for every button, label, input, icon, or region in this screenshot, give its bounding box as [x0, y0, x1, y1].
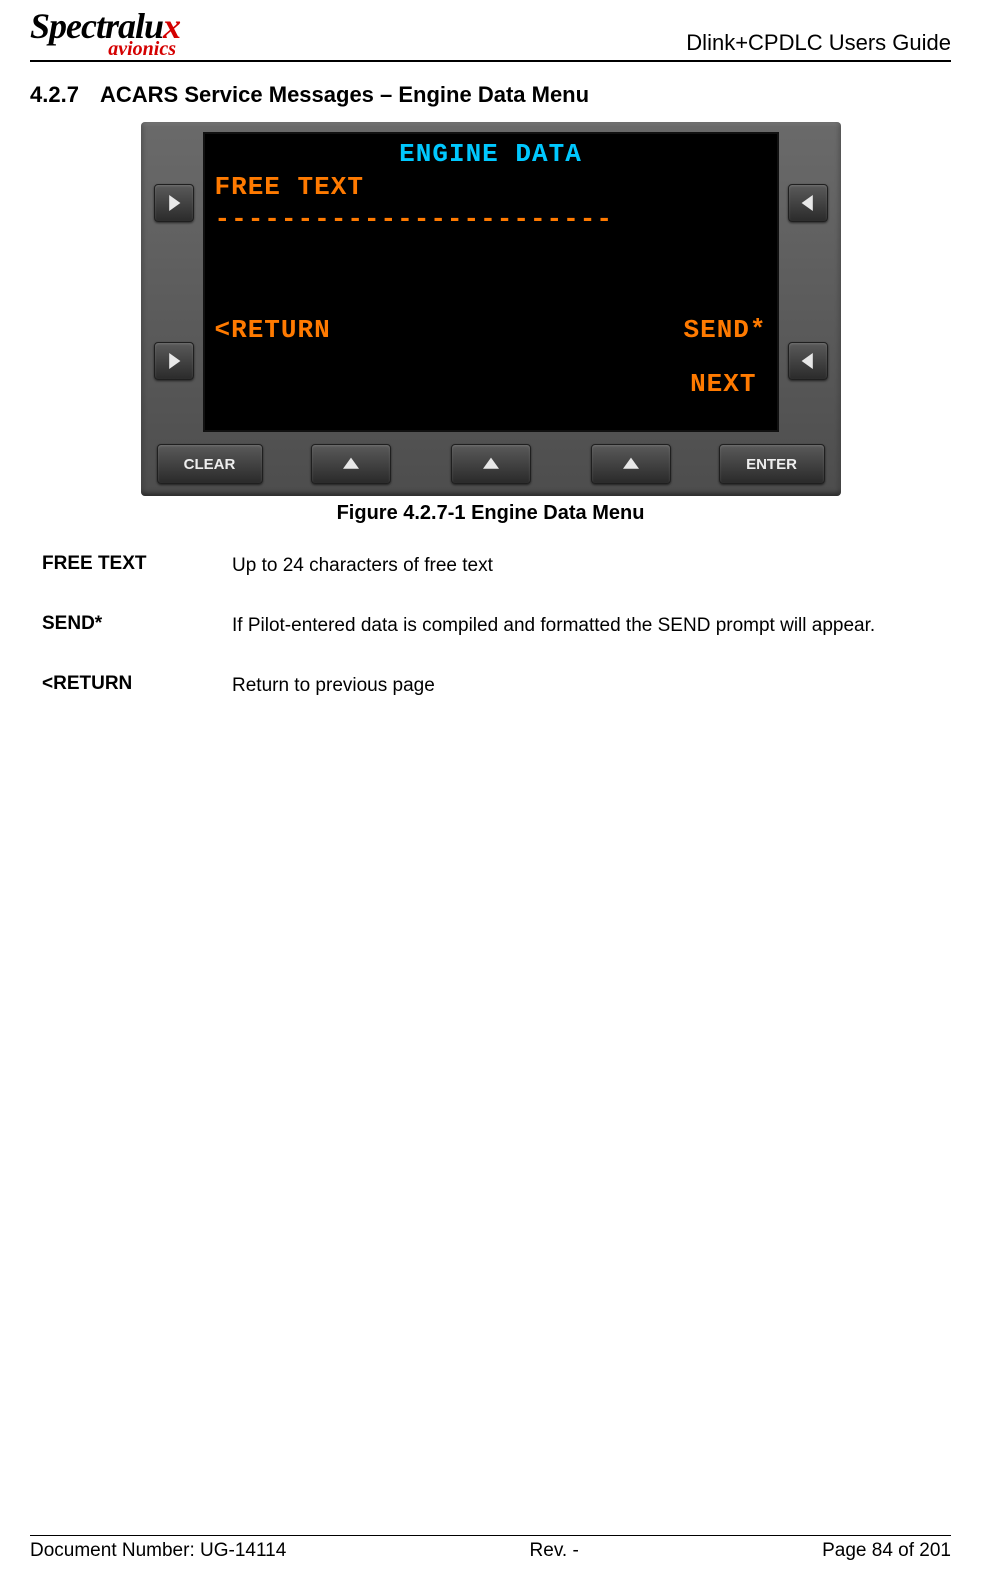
mcdu-device: ENGINE DATA FREE TEXT ------------------… — [141, 122, 841, 496]
brand-logo: Spectralux avionics — [30, 10, 180, 58]
arrow-right-icon — [166, 353, 182, 369]
lsk-right-2[interactable] — [788, 342, 828, 380]
page-footer: Document Number: UG-14114 Rev. - Page 84… — [30, 1535, 951, 1562]
display-screen: ENGINE DATA FREE TEXT ------------------… — [203, 132, 779, 432]
right-lsk-column — [785, 132, 831, 432]
arrow-up-icon — [623, 456, 639, 472]
definition-term: SEND* — [42, 613, 232, 639]
screen-return: <RETURN — [215, 314, 331, 347]
screen-label-freetext: FREE TEXT — [215, 171, 364, 204]
screen-next: NEXT — [690, 369, 756, 399]
rocker-up-3[interactable] — [591, 444, 671, 484]
lsk-left-1[interactable] — [154, 184, 194, 222]
arrow-left-icon — [800, 353, 816, 369]
definitions-block: FREE TEXT Up to 24 characters of free te… — [42, 553, 939, 698]
arrow-left-icon — [800, 195, 816, 211]
definition-body: Return to previous page — [232, 673, 939, 699]
definition-term: <RETURN — [42, 673, 232, 699]
section-number: 4.2.7 — [30, 82, 100, 108]
left-lsk-column — [151, 132, 197, 432]
document-title: Dlink+CPDLC Users Guide — [686, 30, 951, 58]
arrow-up-icon — [343, 456, 359, 472]
footer-page-number: Page 84 of 201 — [822, 1540, 951, 1562]
definition-body: Up to 24 characters of free text — [232, 553, 939, 579]
arrow-up-icon — [483, 456, 499, 472]
definition-row: SEND* If Pilot-entered data is compiled … — [42, 613, 939, 639]
screen-send: SEND* — [683, 314, 766, 347]
section-title: ACARS Service Messages – Engine Data Men… — [100, 82, 589, 107]
page-header: Spectralux avionics Dlink+CPDLC Users Gu… — [30, 10, 951, 62]
lsk-right-1[interactable] — [788, 184, 828, 222]
rocker-up-2[interactable] — [451, 444, 531, 484]
enter-button[interactable]: ENTER — [719, 444, 825, 484]
arrow-right-icon — [166, 195, 182, 211]
definition-row: <RETURN Return to previous page — [42, 673, 939, 699]
clear-button[interactable]: CLEAR — [157, 444, 263, 484]
screen-dashes: ------------------------ — [215, 203, 767, 236]
section-heading: 4.2.7ACARS Service Messages – Engine Dat… — [30, 82, 951, 108]
definition-row: FREE TEXT Up to 24 characters of free te… — [42, 553, 939, 579]
definition-term: FREE TEXT — [42, 553, 232, 579]
footer-revision: Rev. - — [530, 1540, 579, 1562]
lsk-left-2[interactable] — [154, 342, 194, 380]
rocker-up-1[interactable] — [311, 444, 391, 484]
screen-title: ENGINE DATA — [215, 138, 767, 171]
footer-doc-number: Document Number: UG-14114 — [30, 1540, 286, 1562]
definition-body: If Pilot-entered data is compiled and fo… — [232, 613, 939, 639]
figure-caption: Figure 4.2.7-1 Engine Data Menu — [30, 502, 951, 525]
